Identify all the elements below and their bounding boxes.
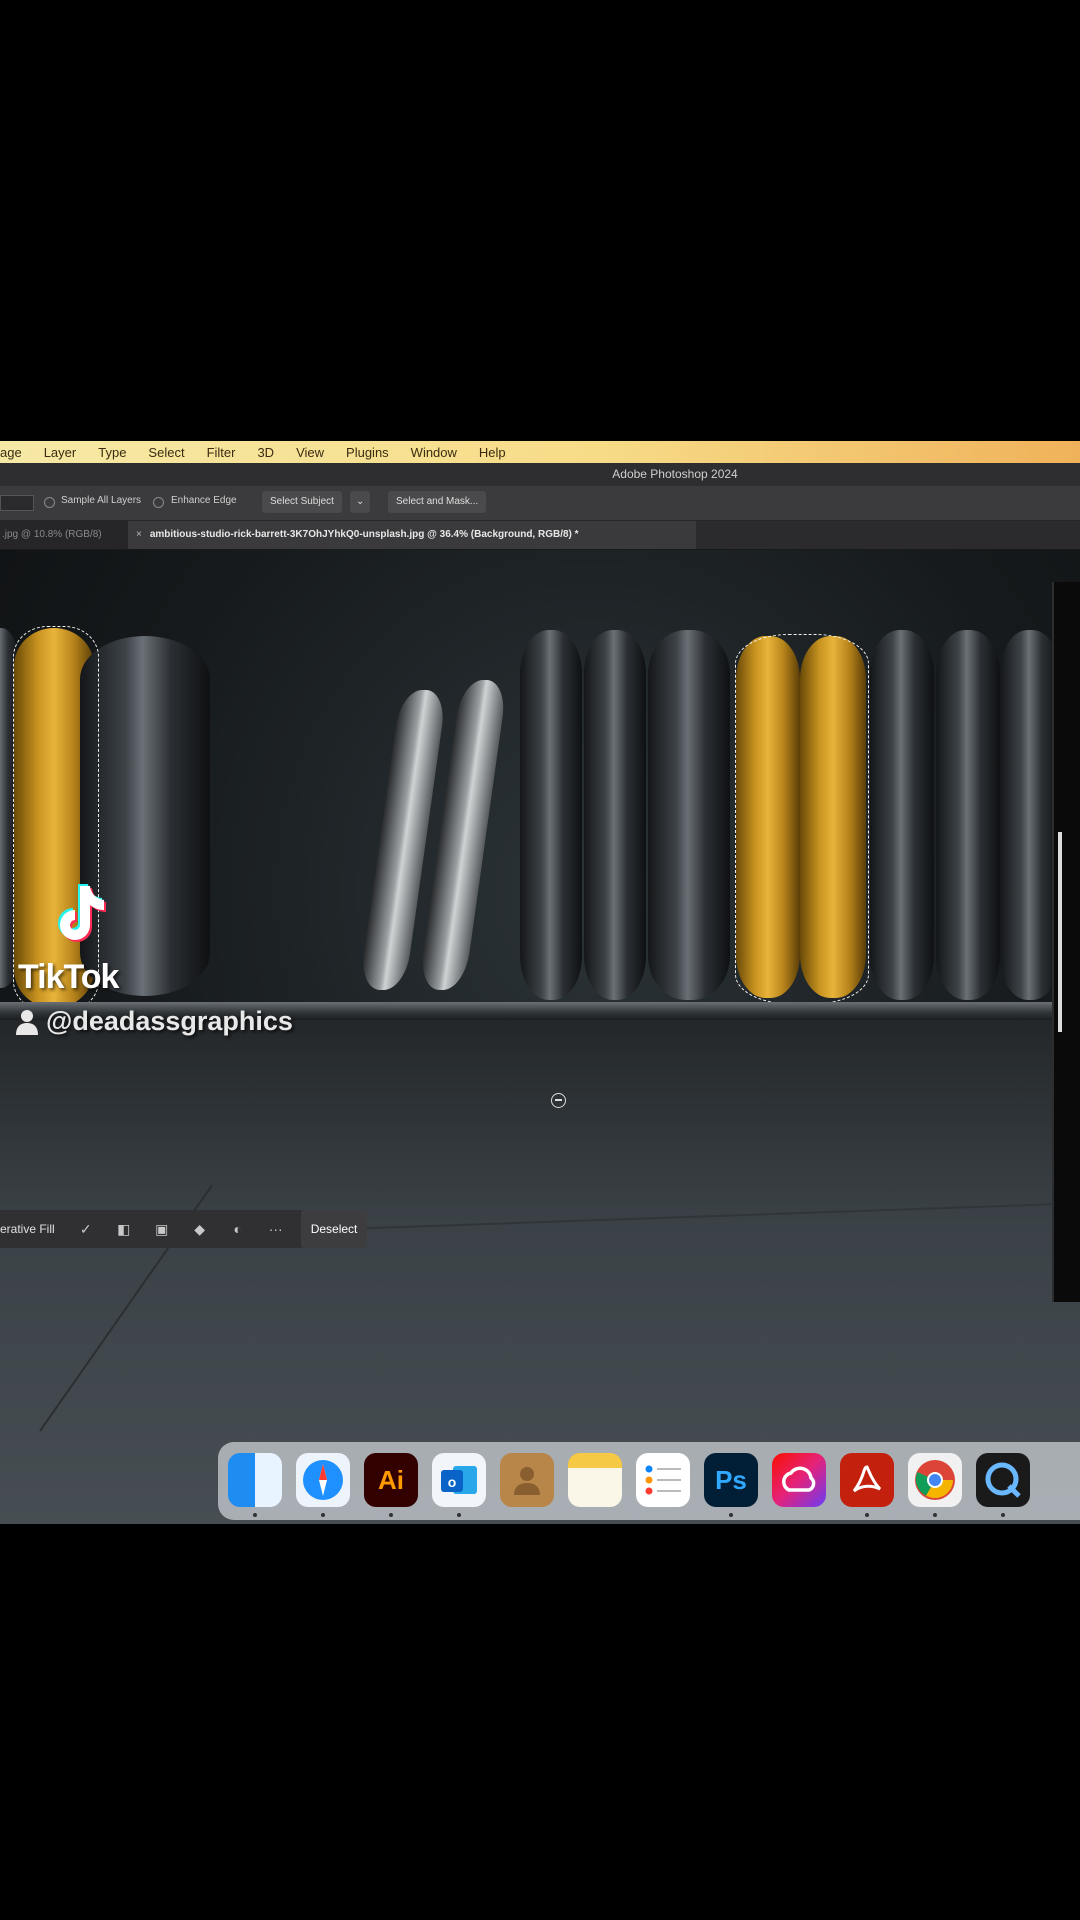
contacts-icon[interactable]	[500, 1453, 554, 1507]
photo-black-plate	[648, 630, 730, 1000]
username-text: @deadassgraphics	[46, 1006, 293, 1036]
enhance-edge-label: Enhance Edge	[171, 495, 237, 506]
chevron-down-icon: ⌄	[356, 496, 365, 507]
photo-black-plate	[936, 630, 1000, 1000]
invert-selection-icon[interactable]: ◧	[105, 1221, 143, 1238]
outlook-icon[interactable]: o	[432, 1453, 486, 1507]
tiktok-wordmark: TikTok	[18, 958, 119, 996]
finder-icon[interactable]	[228, 1453, 282, 1507]
photo-black-plate	[870, 630, 934, 1000]
menu-filter[interactable]: Filter	[207, 445, 236, 460]
fill-icon[interactable]: ◆	[181, 1221, 219, 1238]
panel-scrollbar[interactable]	[1058, 832, 1062, 1032]
photo-black-plate	[1000, 630, 1060, 1000]
safari-icon[interactable]	[296, 1453, 350, 1507]
document-canvas[interactable]	[0, 550, 1080, 1524]
running-indicator	[933, 1513, 937, 1517]
menu-window[interactable]: Window	[411, 445, 457, 460]
photo-black-plate	[520, 630, 582, 1000]
svg-text:o: o	[448, 1474, 457, 1490]
select-subject-dropdown[interactable]: ⌄	[350, 491, 371, 513]
illustrator-icon[interactable]: Ai	[364, 1453, 418, 1507]
tool-size-field[interactable]	[0, 495, 34, 511]
menu-plugins[interactable]: Plugins	[346, 445, 389, 460]
reminders-icon[interactable]	[636, 1453, 690, 1507]
photo-black-plate	[584, 630, 646, 1000]
photoshop-icon[interactable]: Ps	[704, 1453, 758, 1507]
tiktok-logo-icon	[58, 884, 106, 942]
macos-dock: Ai o Ps	[218, 1442, 1080, 1520]
tab-active-title: ambitious-studio-rick-barrett-3K7OhJYhkQ…	[149, 529, 579, 540]
cursor-icon	[551, 1093, 566, 1108]
tiktok-username: @deadassgraphics	[16, 1006, 293, 1037]
menu-type[interactable]: Type	[98, 445, 126, 460]
running-indicator	[457, 1513, 461, 1517]
photoshop-screen: age Layer Type Select Filter 3D View Plu…	[0, 441, 1080, 1524]
select-and-mask-button[interactable]: Select and Mask...	[388, 491, 487, 513]
contextual-task-bar: erative Fill ✓ ◧ ▣ ◆ ◐ ··· Deselect	[0, 1210, 368, 1248]
select-subject-button[interactable]: Select Subject	[262, 491, 342, 513]
sample-all-layers-checkbox[interactable]	[44, 497, 55, 508]
chrome-icon[interactable]	[908, 1453, 962, 1507]
tab-previous-document[interactable]: .jpg @ 10.8% (RGB/8)	[0, 521, 130, 549]
selection-marquee	[13, 626, 99, 1012]
quicktime-icon[interactable]	[976, 1453, 1030, 1507]
generative-fill-button[interactable]: erative Fill	[0, 1222, 67, 1236]
options-bar: Sample All Layers Enhance Edge Select Su…	[0, 486, 1080, 521]
running-indicator	[389, 1513, 393, 1517]
creative-cloud-icon[interactable]	[772, 1453, 826, 1507]
adjustment-icon[interactable]: ◐	[219, 1221, 257, 1237]
notes-icon[interactable]	[568, 1453, 622, 1507]
menu-layer[interactable]: Layer	[44, 445, 77, 460]
running-indicator	[253, 1513, 257, 1517]
running-indicator	[729, 1513, 733, 1517]
menu-image[interactable]: age	[0, 445, 22, 460]
acrobat-icon[interactable]	[840, 1453, 894, 1507]
running-indicator	[1001, 1513, 1005, 1517]
running-indicator	[321, 1513, 325, 1517]
mask-icon[interactable]: ▣	[143, 1221, 181, 1238]
deselect-button[interactable]: Deselect	[300, 1210, 368, 1248]
running-indicator	[865, 1513, 869, 1517]
menu-select[interactable]: Select	[148, 445, 184, 460]
close-tab-icon[interactable]: ×	[136, 529, 142, 540]
enhance-edge-checkbox[interactable]	[153, 497, 164, 508]
right-panel-edge	[1052, 582, 1080, 1302]
document-tabs: .jpg @ 10.8% (RGB/8) × ambitious-studio-r…	[0, 521, 1080, 550]
window-title: Adobe Photoshop 2024	[0, 463, 1080, 486]
menu-help[interactable]: Help	[479, 445, 506, 460]
tab-active-document[interactable]: × ambitious-studio-rick-barrett-3K7OhJYhk…	[128, 521, 696, 549]
selection-marquee	[735, 634, 869, 1004]
menu-bar: age Layer Type Select Filter 3D View Plu…	[0, 441, 1080, 463]
more-options-icon[interactable]: ···	[257, 1221, 295, 1237]
brush-icon[interactable]: ✓	[67, 1221, 105, 1238]
person-icon	[16, 1009, 38, 1035]
menu-view[interactable]: View	[296, 445, 324, 460]
menu-3d[interactable]: 3D	[257, 445, 274, 460]
sample-all-layers-label: Sample All Layers	[61, 495, 142, 506]
